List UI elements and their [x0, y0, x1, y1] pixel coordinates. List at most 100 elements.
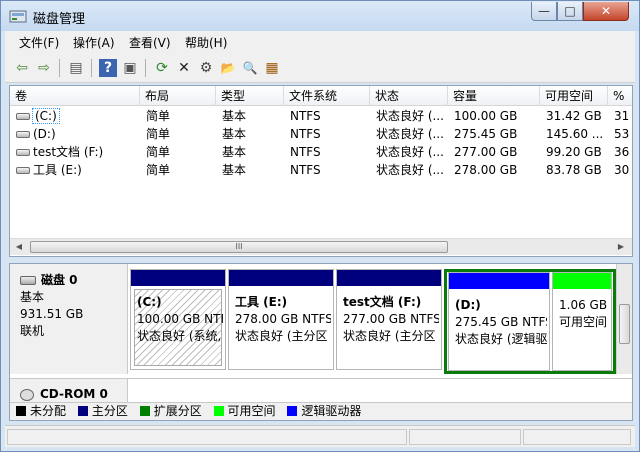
free-space-segment[interactable]: 1.06 GB 可用空间: [552, 272, 612, 371]
scrollbar-thumb[interactable]: [619, 304, 630, 344]
legend-swatch: [139, 406, 150, 416]
cdrom-0-row[interactable]: CD-ROM 0: [10, 378, 632, 405]
scroll-right-arrow-icon[interactable]: ▶: [614, 241, 628, 253]
column-header-type[interactable]: 类型: [216, 86, 284, 106]
volume-type: 基本: [222, 145, 247, 159]
maximize-button[interactable]: □: [557, 2, 583, 21]
legend-item: 可用空间: [213, 404, 276, 418]
volume-capacity: 100.00 GB: [454, 109, 518, 123]
volume-layout: 简单: [146, 163, 171, 177]
status-cell: [7, 429, 407, 445]
legend-swatch: [213, 406, 224, 416]
scroll-left-arrow-icon[interactable]: ◀: [12, 241, 26, 253]
rescan-disks-icon[interactable]: ▦: [263, 59, 281, 77]
volume-filesystem: NTFS: [290, 127, 321, 141]
volume-free-percent: 53: [614, 127, 630, 141]
minimize-button[interactable]: —: [531, 2, 557, 21]
show-panel-icon[interactable]: ▣: [121, 59, 139, 77]
volume-free-space: 31.42 GB: [546, 109, 602, 123]
volume-free-percent: 30: [614, 163, 630, 177]
status-bar: [5, 425, 635, 447]
settings-icon[interactable]: ⚙: [197, 59, 215, 77]
partition-size: 275.45 GB NTFS: [455, 315, 547, 329]
properties-icon[interactable]: ▤: [67, 59, 85, 77]
partition-e[interactable]: 工具 (E:) 278.00 GB NTFS 状态良好 (主分区: [228, 269, 334, 370]
partition-f[interactable]: test文档 (F:) 277.00 GB NTFS 状态良好 (主分区: [336, 269, 442, 370]
volume-capacity: 277.00 GB: [454, 145, 518, 159]
volume-filesystem: NTFS: [290, 163, 321, 177]
menu-view[interactable]: 查看(V): [129, 34, 171, 51]
column-header-volume[interactable]: 卷: [10, 86, 140, 106]
hard-disk-icon: [20, 276, 36, 285]
volume-layout: 简单: [146, 145, 171, 159]
legend-item: 主分区: [77, 404, 128, 418]
volume-name: 工具 (E:): [33, 163, 82, 177]
volume-list-horizontal-scrollbar[interactable]: ◀ III ▶: [10, 238, 632, 255]
volume-filesystem: NTFS: [290, 145, 321, 159]
disk-status: 联机: [20, 324, 45, 338]
open-folder-icon[interactable]: 📂: [219, 59, 237, 77]
volume-drive-icon: [16, 113, 30, 120]
volume-status: 状态良好 (...: [376, 145, 444, 159]
volume-layout: 简单: [146, 109, 171, 123]
disk-management-window: 磁盘管理 — □ ✕ 文件(F) 操作(A) 查看(V) 帮助(H) ⇦ ⇨ ▤…: [0, 0, 640, 452]
volume-type: 基本: [222, 109, 247, 123]
logical-drive-bar: [449, 273, 549, 289]
refresh-icon[interactable]: ⟳: [153, 59, 171, 77]
column-header-free-space[interactable]: 可用空间: [540, 86, 608, 106]
volume-list: 卷 布局 类型 文件系统 状态 容量 可用空间 % (C:) 简单 基本 NTF…: [9, 85, 633, 257]
back-arrow-icon[interactable]: ⇦: [13, 59, 31, 77]
volume-row-c[interactable]: (C:) 简单 基本 NTFS 状态良好 (... 100.00 GB 31.4…: [10, 107, 632, 125]
menu-help[interactable]: 帮助(H): [185, 34, 227, 51]
volume-drive-icon: [16, 131, 30, 138]
partition-status: 状态良好 (主分区: [343, 329, 436, 343]
partition-status: 可用空间: [559, 315, 608, 329]
primary-partition-bar: [337, 270, 441, 286]
partition-size: 1.06 GB: [559, 298, 608, 312]
menu-bar: 文件(F) 操作(A) 查看(V) 帮助(H): [5, 31, 635, 53]
partition-status: 状态良好 (主分区: [235, 329, 328, 343]
partition-size: 277.00 GB NTFS: [343, 312, 439, 326]
help-icon[interactable]: ?: [99, 59, 117, 77]
partition-d[interactable]: (D:) 275.45 GB NTFS 状态良好 (逻辑驱: [448, 272, 550, 371]
column-header-percent[interactable]: %: [608, 86, 632, 106]
search-icon[interactable]: 🔍: [241, 59, 259, 77]
delete-icon[interactable]: ✕: [175, 59, 193, 77]
legend-swatch: [287, 406, 298, 416]
partition-status: 状态良好 (逻辑驱: [455, 332, 547, 346]
volume-capacity: 278.00 GB: [454, 163, 518, 177]
scrollbar-thumb[interactable]: III: [30, 241, 448, 253]
volume-row-e[interactable]: 工具 (E:) 简单 基本 NTFS 状态良好 (... 278.00 GB 8…: [10, 161, 632, 179]
primary-partition-bar: [131, 270, 225, 286]
menu-action[interactable]: 操作(A): [73, 34, 115, 51]
partition-c[interactable]: (C:) 100.00 GB NTFS 状态良好 (系统, 启: [130, 269, 226, 370]
column-header-layout[interactable]: 布局: [140, 86, 216, 106]
forward-arrow-icon[interactable]: ⇨: [35, 59, 53, 77]
primary-partition-bar: [229, 270, 333, 286]
volume-name: (C:): [32, 108, 60, 124]
disk-size: 931.51 GB: [20, 307, 84, 321]
column-header-filesystem[interactable]: 文件系统: [284, 86, 370, 106]
volume-type: 基本: [222, 163, 247, 177]
volume-free-space: 99.20 GB: [546, 145, 602, 159]
volume-free-space: 83.78 GB: [546, 163, 602, 177]
close-button[interactable]: ✕: [583, 2, 629, 21]
title-bar[interactable]: 磁盘管理 — □ ✕: [1, 1, 639, 31]
legend: 未分配 主分区 扩展分区 可用空间 逻辑驱动器: [10, 402, 632, 420]
volume-row-f[interactable]: test文档 (F:) 简单 基本 NTFS 状态良好 (... 277.00 …: [10, 143, 632, 161]
volume-name: test文档 (F:): [33, 145, 104, 159]
volume-list-header: 卷 布局 类型 文件系统 状态 容量 可用空间 %: [10, 86, 632, 106]
column-header-status[interactable]: 状态: [370, 86, 448, 106]
legend-item: 未分配: [16, 404, 66, 418]
toolbar-separator: [91, 59, 92, 77]
volume-row-d[interactable]: (D:) 简单 基本 NTFS 状态良好 (... 275.45 GB 145.…: [10, 125, 632, 143]
volume-type: 基本: [222, 127, 247, 141]
disk-0-info[interactable]: 磁盘 0 基本 931.51 GB 联机: [10, 264, 128, 374]
menu-file[interactable]: 文件(F): [19, 34, 59, 51]
disk-view-vertical-scrollbar[interactable]: [616, 264, 632, 374]
partition-size: 100.00 GB NTFS: [137, 312, 223, 326]
partition-size: 278.00 GB NTFS: [235, 312, 331, 326]
column-header-capacity[interactable]: 容量: [448, 86, 540, 106]
free-space-bar: [553, 273, 611, 289]
volume-free-space: 145.60 ...: [546, 127, 604, 141]
